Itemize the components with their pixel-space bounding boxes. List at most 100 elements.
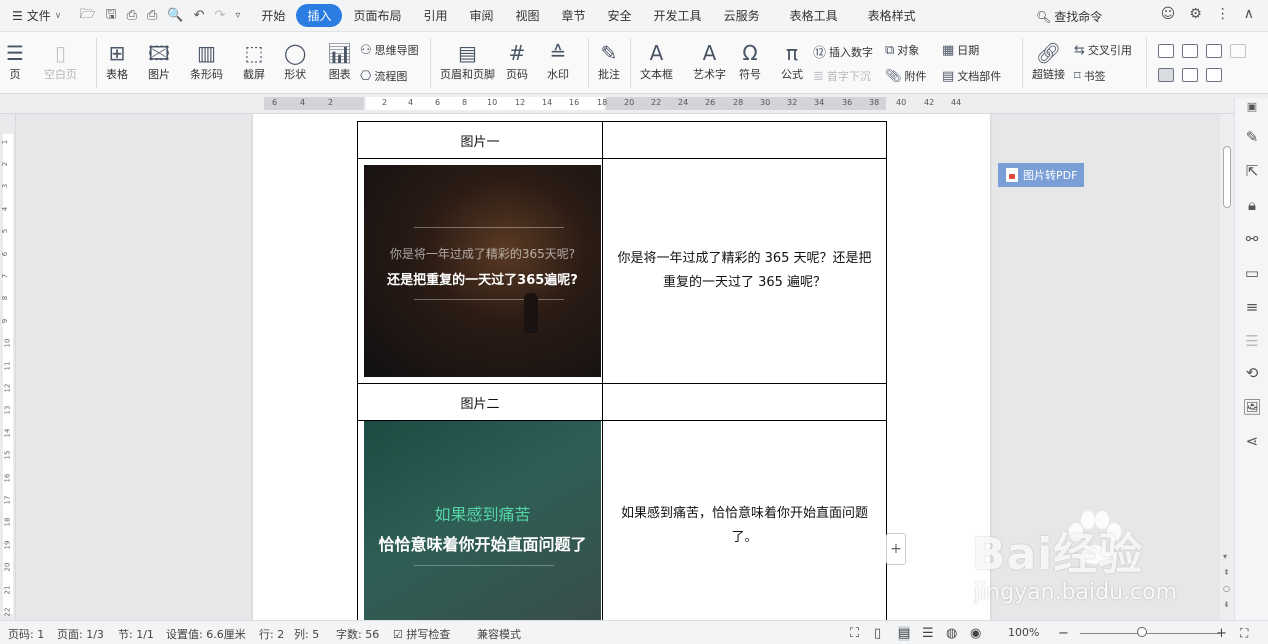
share-icon[interactable]: ⋖ [1235,432,1268,450]
zoom-level[interactable]: 100% [1008,626,1039,639]
collapse-ribbon-icon[interactable]: ∧ [1244,6,1254,22]
table-cell-empty[interactable] [602,121,887,159]
form-option-icon[interactable] [1230,44,1246,58]
status-row[interactable]: 行: 2 [259,626,284,642]
page-number-button[interactable]: # 页码 [506,40,528,82]
table-cell-empty[interactable] [602,383,887,421]
rainy-street-image[interactable]: 你是将一年过成了精彩的365天呢? 还是把重复的一天过了365遍呢? [364,165,601,377]
table-cell-text-1[interactable]: 你是将一年过成了精彩的 365 天呢？还是把重复的一天过了 365 遍呢？ [602,158,887,384]
select-browse-icon[interactable]: ○ [1223,584,1230,593]
picture-button[interactable]: 🖾 图片 [148,40,170,82]
image-to-pdf-button[interactable]: 图片转PDF [998,163,1084,187]
tab-references[interactable]: 引用 [412,4,458,27]
chart-button[interactable]: 📊︎ 图表 [327,40,352,82]
add-column-button[interactable]: + [886,533,906,565]
save-icon[interactable]: 🖫 [106,5,117,27]
flowchart-button[interactable]: ⎔ 流程图 [360,68,407,84]
textbox-button[interactable]: A 文本框 [640,40,673,82]
tab-table-tools[interactable]: 表格工具 [779,4,849,27]
watermark-button[interactable]: ≙ 水印 [547,40,569,82]
document-canvas[interactable]: 图片一 你是将一年过成了精彩的365天呢? 还是把重复的一天过了365遍呢? 你… [16,114,1220,620]
settings-icon[interactable]: ⚙ [1189,6,1202,22]
zoom-out-icon[interactable]: − [1058,626,1069,641]
lock-icon[interactable]: 🔒︎ [1235,196,1268,214]
page-view-icon[interactable]: ▤ [898,626,911,641]
outline-view-icon[interactable]: ☰ [922,626,934,641]
document-table[interactable]: 图片一 你是将一年过成了精彩的365天呢? 还是把重复的一天过了365遍呢? 你… [357,121,887,620]
tab-page-layout[interactable]: 页面布局 [342,4,412,27]
scrollbar-thumb[interactable] [1223,146,1231,208]
adjust-icon[interactable]: ☰ [1235,332,1268,350]
scroll-down-arrow-icon[interactable]: ▾ [1223,552,1227,561]
prev-page-icon[interactable]: ⇞ [1223,568,1230,577]
file-menu[interactable]: ☰ 文件 ∨ [0,7,69,24]
web-view-icon[interactable]: ◍ [946,626,957,641]
status-page-of[interactable]: 页面: 1/3 [57,626,104,642]
green-quote-image[interactable]: 如果感到痛苦 恰恰意味着你开始直面问题了 [364,421,601,620]
status-page-number[interactable]: 页码: 1 [8,626,44,642]
table-cell-image-1[interactable]: 你是将一年过成了精彩的365天呢? 还是把重复的一天过了365遍呢? [357,158,603,384]
open-folder-icon[interactable]: 🗁 [79,5,95,27]
table-cell-caption-1[interactable]: 图片一 [357,121,603,159]
export-pdf-icon[interactable]: ⎙ [127,8,137,23]
document-page[interactable]: 图片一 你是将一年过成了精彩的365天呢? 还是把重复的一天过了365遍呢? 你… [253,114,990,620]
fullscreen-icon[interactable]: ⛶ [850,626,859,641]
tab-section[interactable]: 章节 [551,4,597,27]
dropcap-button[interactable]: ≣ 首字下沉 [813,68,871,84]
image-panel-icon[interactable]: 🖼︎ [1235,398,1268,416]
date-button[interactable]: ▦ 日期 [942,42,979,58]
print-preview-icon[interactable]: 🔍 [167,8,183,23]
status-setting[interactable]: 设置值: 6.6厘米 [166,626,246,642]
status-section[interactable]: 节: 1/1 [118,626,154,642]
screenshot-button[interactable]: ⬚ 截屏 [243,40,265,82]
table-cell-caption-2[interactable]: 图片二 [357,383,603,421]
crossref-button[interactable]: ⇆ 交叉引用 [1074,42,1132,58]
panel-toggle-icon[interactable]: ▣ [1235,100,1268,113]
spell-check-button[interactable]: ☑ 拼写检查 [393,626,450,642]
formula-button[interactable]: π 公式 [781,40,803,82]
print-icon[interactable]: ⎙ [147,8,157,23]
status-column[interactable]: 列: 5 [294,626,319,642]
customize-toolbar-icon[interactable]: ▿ [235,10,240,21]
compat-mode-label[interactable]: 兼容模式 [477,626,521,642]
page-button[interactable]: ☰ 页 [6,40,24,82]
table-cell-image-2[interactable]: 如果感到痛苦 恰恰意味着你开始直面问题了 [357,420,603,620]
wordart-button[interactable]: A 艺术字 [693,40,726,82]
tab-security[interactable]: 安全 [597,4,643,27]
translate-icon[interactable]: ⚯ [1235,230,1268,248]
history-icon[interactable]: ⟲ [1235,364,1268,382]
shape-button[interactable]: ◯ 形状 [284,40,306,82]
tab-insert[interactable]: 插入 [296,4,343,27]
command-search[interactable]: 🔍︎ 查找命令 [1036,8,1102,25]
mindmap-button[interactable]: ⚇ 思维导图 [360,42,419,58]
tab-view[interactable]: 视图 [505,4,551,27]
symbol-button[interactable]: Ω 符号 [739,40,761,82]
tab-cloud-service[interactable]: 云服务 [713,4,771,27]
feedback-icon[interactable]: ☺ [1161,6,1176,22]
insert-number-button[interactable]: ⑫ 插入数字 [813,42,873,62]
doc-parts-button[interactable]: ▤ 文档部件 [942,68,1001,84]
attachment-button[interactable]: 📎︎ 附件 [885,68,927,84]
zoom-slider-knob[interactable] [1137,627,1147,637]
undo-icon[interactable]: ↶ [194,8,205,23]
header-footer-button[interactable]: ▤ 页眉和页脚 [440,40,495,82]
status-word-count[interactable]: 字数: 56 [336,626,379,642]
horizontal-ruler[interactable]: 6 4 2 2 4 6 8 10 12 14 16 18 20 22 24 26… [0,94,1268,114]
eye-protect-icon[interactable]: ◉ [970,626,981,641]
comment-button[interactable]: ✎ 批注 [598,40,620,82]
bookmark-button[interactable]: ⌑ 书签 [1074,68,1106,84]
next-page-icon[interactable]: ⇟ [1223,600,1230,609]
form-dropdown-icon[interactable] [1182,68,1198,82]
vertical-scrollbar[interactable]: ▾ ⇞ ○ ⇟ [1220,114,1234,620]
hyperlink-button[interactable]: 🔗︎ 超链接 [1032,40,1065,82]
pen-icon[interactable]: ✎ [1235,128,1268,146]
fit-window-icon[interactable]: ⛶ [1240,626,1248,641]
blank-page-button[interactable]: ▯ 空白页 [44,40,77,82]
redo-icon[interactable]: ↷ [214,8,225,23]
form-image-icon[interactable] [1206,68,1222,82]
form-text-icon[interactable] [1158,44,1174,58]
form-checkbox-icon[interactable] [1182,44,1198,58]
barcode-button[interactable]: ▥ 条形码 [190,40,223,82]
outline-icon[interactable]: ≡ [1235,298,1268,316]
form-frame-icon[interactable] [1158,68,1174,82]
